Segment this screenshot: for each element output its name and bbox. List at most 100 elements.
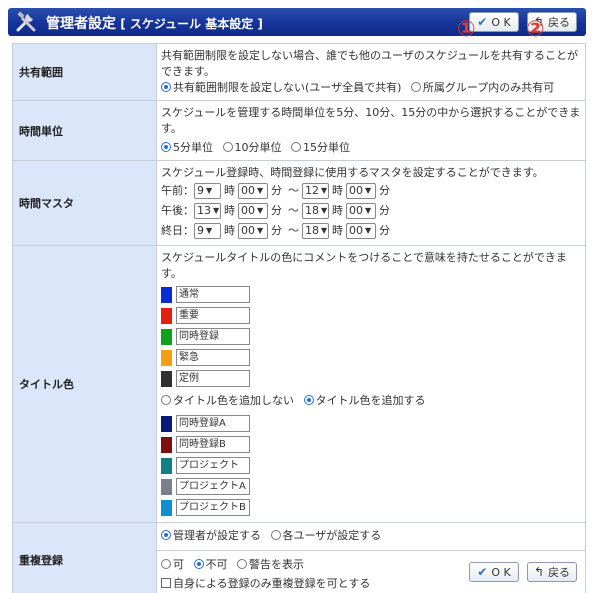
dup-opt-allow[interactable]: 可 [161, 558, 184, 571]
end-hour-select[interactable]: 12 ▼ [302, 183, 329, 199]
radio-icon [161, 142, 171, 152]
share-range-desc: 共有範囲制限を設定しない場合、誰でも他のユーザのスケジュールを共有することができ… [161, 49, 579, 78]
title-color-row: プロジェクトB [161, 497, 581, 518]
minute-unit: 分 [379, 204, 390, 217]
check-icon: ✔ [477, 565, 488, 579]
chevron-down-icon: ▼ [321, 186, 328, 195]
color-swatch [161, 478, 172, 495]
time-master-label: 時間マスタ [12, 160, 157, 246]
time-unit-desc: スケジュールを管理する時間単位を5分、10分、15分の中から選択することができま… [161, 106, 581, 135]
dup-who-admin[interactable]: 管理者が設定する [161, 529, 261, 542]
title-color-comment-input[interactable]: 重要 [176, 307, 250, 324]
title-color-comment-input[interactable]: 同時登録 [176, 328, 250, 345]
tools-icon [16, 11, 36, 32]
time-master-row: 終日： 9 ▼ 時 00 ▼ 分～ 18 ▼ 時 00 ▼ 分 [161, 221, 581, 241]
marker-2: ② [526, 17, 545, 42]
chevron-down-icon: ▼ [213, 206, 220, 215]
end-minute-select[interactable]: 00 ▼ [346, 223, 376, 239]
title-color-row: 通常 [161, 284, 581, 305]
title-color-comment-input[interactable]: プロジェクト [176, 457, 250, 474]
title-color-opt-none[interactable]: タイトル色を追加しない [161, 394, 294, 407]
radio-icon [161, 82, 171, 92]
title-color-label: タイトル色 [12, 245, 157, 523]
radio-icon [303, 395, 314, 405]
hour-unit: 時 [332, 204, 343, 217]
radio-icon [291, 142, 301, 152]
return-arrow-icon: ↰ [533, 565, 545, 579]
time-master-row-label: 午前： [161, 184, 194, 197]
time-master-row-label: 終日： [161, 224, 194, 237]
end-minute-select[interactable]: 00 ▼ [346, 183, 376, 199]
start-hour-select[interactable]: 9 ▼ [194, 223, 221, 239]
title-color-comment-input[interactable]: プロジェクトA [176, 478, 250, 495]
end-hour-select[interactable]: 18 ▼ [302, 203, 329, 219]
color-swatch [161, 415, 172, 432]
radio-icon [161, 395, 171, 405]
color-swatch [161, 499, 172, 516]
chevron-down-icon: ▼ [321, 226, 328, 235]
dup-opt-warn[interactable]: 警告を表示 [237, 558, 304, 571]
title-color-comment-input[interactable]: 緊急 [176, 349, 250, 366]
hour-unit: 時 [332, 224, 343, 237]
title-color-row: プロジェクトA [161, 476, 581, 497]
start-minute-select[interactable]: 00 ▼ [238, 203, 268, 219]
chevron-down-icon: ▼ [321, 206, 328, 215]
title-color-comment-input[interactable]: 通常 [176, 286, 250, 303]
minute-unit: 分 [379, 184, 390, 197]
unit-opt-10[interactable]: 10分単位 [222, 141, 282, 154]
start-minute-select[interactable]: 00 ▼ [238, 183, 268, 199]
title-color-comment-input[interactable]: 同時登録A [176, 415, 250, 432]
unit-opt-15[interactable]: 15分単位 [291, 141, 350, 154]
marker-1: ① [457, 17, 476, 42]
color-swatch [161, 349, 172, 366]
page-subtitle: [ スケジュール 基本設定 ] [120, 17, 263, 31]
radio-icon [222, 142, 233, 152]
title-color-comment-input[interactable]: 同時登録B [176, 436, 250, 453]
end-minute-select[interactable]: 00 ▼ [346, 203, 376, 219]
back-button-bottom[interactable]: ↰ 戻る [527, 562, 577, 582]
title-color-comment-input[interactable]: 定例 [176, 370, 250, 387]
start-hour-select[interactable]: 9 ▼ [194, 183, 221, 199]
title-color-opt-add[interactable]: タイトル色を追加する [303, 394, 426, 407]
color-swatch [161, 436, 172, 453]
share-opt-unlimited[interactable]: 共有範囲制限を設定しない(ユーザ全員で共有) [161, 81, 401, 94]
page-title: 管理者設定 [ スケジュール 基本設定 ] [46, 16, 263, 32]
time-master-desc: スケジュール登録時、時間登録に使用するマスタを設定することができます。 [161, 166, 544, 179]
radio-icon [410, 82, 421, 92]
color-swatch [161, 370, 172, 387]
start-minute-select[interactable]: 00 ▼ [238, 223, 268, 239]
radio-icon [237, 558, 247, 569]
radio-icon [161, 529, 171, 540]
time-unit-label: 時間単位 [12, 100, 157, 161]
start-hour-select[interactable]: 13 ▼ [194, 203, 221, 219]
share-range-label: 共有範囲 [12, 43, 157, 101]
divider [157, 549, 585, 551]
title-color-row: 同時登録B [161, 434, 581, 455]
title-color-row: 定例 [161, 368, 581, 389]
hour-unit: 時 [224, 224, 235, 237]
check-icon: ✔ [477, 15, 488, 29]
color-swatch [161, 457, 172, 474]
share-opt-group[interactable]: 所属グループ内のみ共有可 [410, 81, 554, 94]
minute-unit: 分 [271, 224, 282, 237]
dup-opt-deny[interactable]: 不可 [193, 558, 228, 571]
chevron-down-icon: ▼ [206, 186, 213, 195]
unit-opt-5[interactable]: 5分単位 [161, 141, 213, 154]
ok-button-bottom[interactable]: ✔ O K [469, 562, 519, 582]
time-master-row: 午後： 13 ▼ 時 00 ▼ 分～ 18 ▼ 時 00 ▼ 分 [161, 201, 581, 221]
range-tilde: ～ [288, 224, 299, 237]
hour-unit: 時 [224, 204, 235, 217]
chevron-down-icon: ▼ [257, 206, 264, 215]
title-color-row: 同時登録A [161, 413, 581, 434]
ok-button-top[interactable]: ✔ O K [469, 12, 519, 32]
color-swatch [161, 328, 172, 345]
dup-who-user[interactable]: 各ユーザが設定する [270, 529, 381, 542]
chevron-down-icon: ▼ [206, 226, 213, 235]
color-swatch [161, 286, 172, 303]
time-master-row-label: 午後： [161, 204, 194, 217]
title-color-comment-input[interactable]: プロジェクトB [176, 499, 250, 516]
end-hour-select[interactable]: 18 ▼ [302, 223, 329, 239]
title-color-row: 重要 [161, 305, 581, 326]
hour-unit: 時 [332, 184, 343, 197]
radio-icon [193, 558, 204, 569]
